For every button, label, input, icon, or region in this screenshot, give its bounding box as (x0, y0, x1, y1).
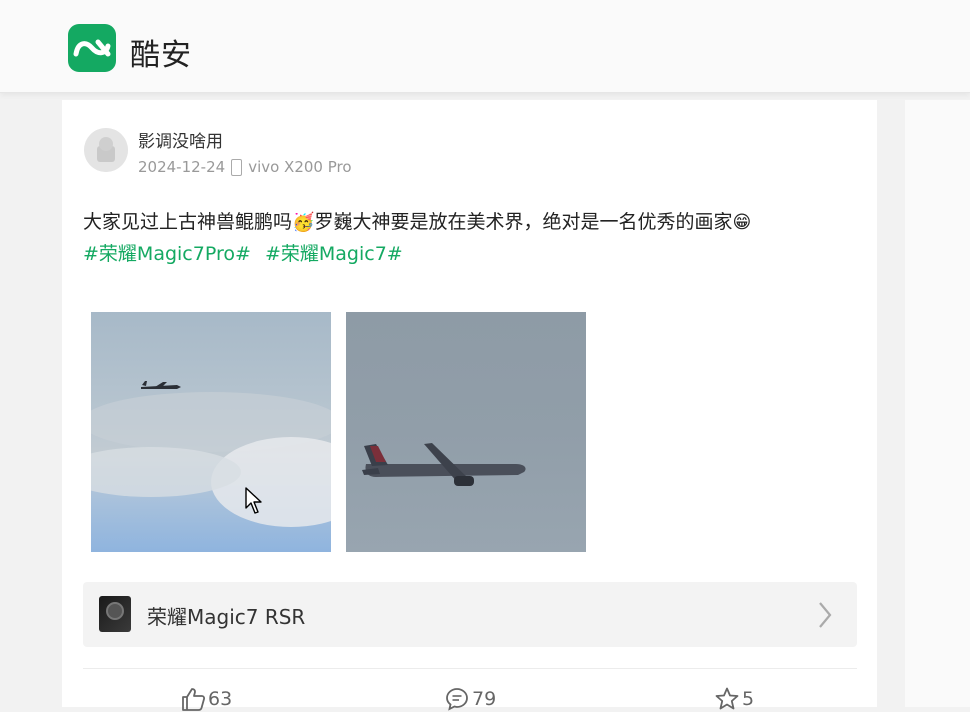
post-date: 2024-12-24 (138, 158, 226, 176)
post-meta: 2024-12-24 vivo X200 Pro (138, 158, 352, 176)
divider (83, 668, 857, 669)
mouse-cursor-icon (245, 487, 262, 514)
post-image-1[interactable] (91, 312, 331, 552)
product-link[interactable]: 荣耀Magic7 RSR (83, 582, 857, 647)
app-name[interactable]: 酷安 (130, 30, 192, 74)
comment-icon (446, 688, 468, 711)
comment-button[interactable]: 79 (444, 686, 496, 712)
product-name: 荣耀Magic7 RSR (147, 605, 306, 629)
topic-tag[interactable]: #荣耀Magic7Pro# (83, 243, 251, 265)
author-name[interactable]: 影调没啥用 (138, 127, 223, 152)
like-button[interactable]: 63 (180, 686, 232, 712)
coolapk-logo-icon[interactable] (68, 24, 116, 72)
phone-icon (231, 158, 243, 176)
post-text-part2: 罗巍大神要是放在美术界，绝对是一名优秀的画家 (314, 211, 733, 233)
product-thumbnail (99, 596, 131, 632)
emoji-grin: 😁 (732, 212, 752, 233)
topic-tags: #荣耀Magic7Pro# #荣耀Magic7# (83, 238, 411, 270)
post-card: 影调没啥用 2024-12-24 vivo X200 Pro 大家见过上古神兽鲲… (62, 100, 877, 711)
emoji-party: 🥳 (292, 212, 315, 233)
post-text-part1: 大家见过上古神兽鲲鹏吗 (83, 211, 293, 233)
post-image-2[interactable] (346, 312, 586, 552)
favorite-button[interactable]: 5 (714, 686, 754, 712)
top-bar: 酷安 (0, 0, 970, 93)
star-icon (715, 687, 739, 710)
right-panel (905, 100, 970, 707)
avatar[interactable] (84, 128, 128, 172)
thumbs-up-icon (182, 688, 206, 711)
chevron-right-icon (819, 602, 832, 628)
device-name: vivo X200 Pro (248, 158, 352, 176)
post-text: 大家见过上古神兽鲲鹏吗🥳罗巍大神要是放在美术界，绝对是一名优秀的画家😁 (83, 206, 863, 239)
topic-tag[interactable]: #荣耀Magic7# (265, 243, 403, 265)
